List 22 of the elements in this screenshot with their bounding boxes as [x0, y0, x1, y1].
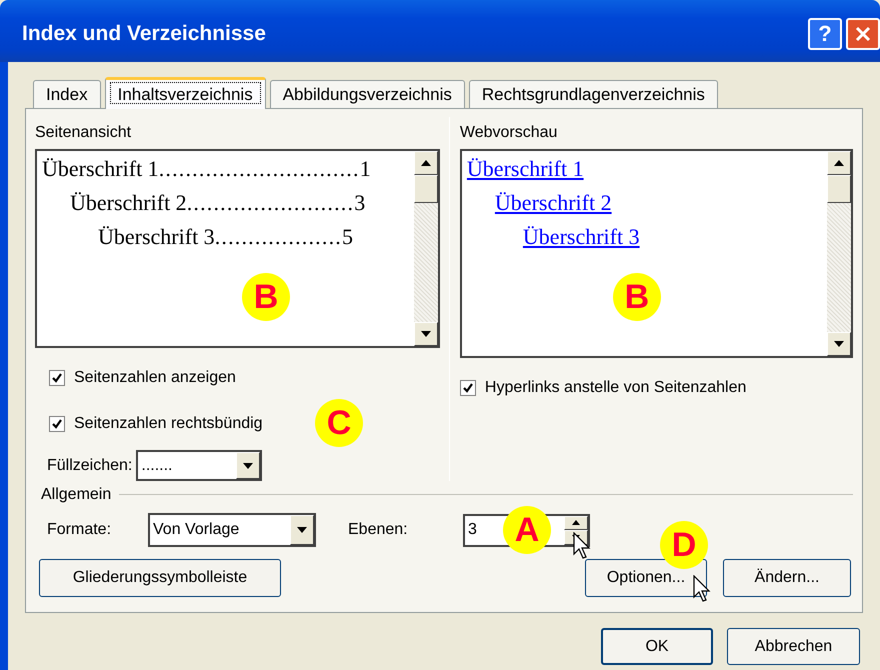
- checkbox-label: Seitenzahlen rechtsbündig: [74, 414, 263, 434]
- annotation-marker: C: [315, 399, 363, 447]
- toc-leader: ...................: [214, 223, 342, 251]
- annotation-marker: D: [660, 521, 708, 569]
- group-label: Allgemein: [40, 485, 112, 505]
- field-label: Füllzeichen:: [47, 456, 132, 476]
- toc-heading: Überschrift 3: [98, 223, 215, 251]
- section-label: Webvorschau: [460, 123, 558, 143]
- window-title: Index und Verzeichnisse: [22, 21, 267, 48]
- page-number: 5: [342, 223, 353, 251]
- toc-leader: .........................: [186, 189, 354, 217]
- checkbox-label: Seitenzahlen anzeigen: [74, 368, 236, 388]
- page-number: 3: [354, 189, 366, 217]
- toc-heading: Überschrift 2: [70, 189, 187, 217]
- page-number: 1: [360, 155, 371, 183]
- field-label: Formate:: [47, 520, 112, 540]
- checkbox-label: Hyperlinks anstelle von Seitenzahlen: [484, 378, 746, 398]
- toc-leader: ..............................: [158, 155, 360, 183]
- section-label: Seitenansicht: [35, 123, 132, 143]
- toc-heading: Überschrift 1: [42, 155, 159, 183]
- annotation-marker: A: [503, 506, 551, 554]
- field-label: Ebenen:: [348, 520, 409, 540]
